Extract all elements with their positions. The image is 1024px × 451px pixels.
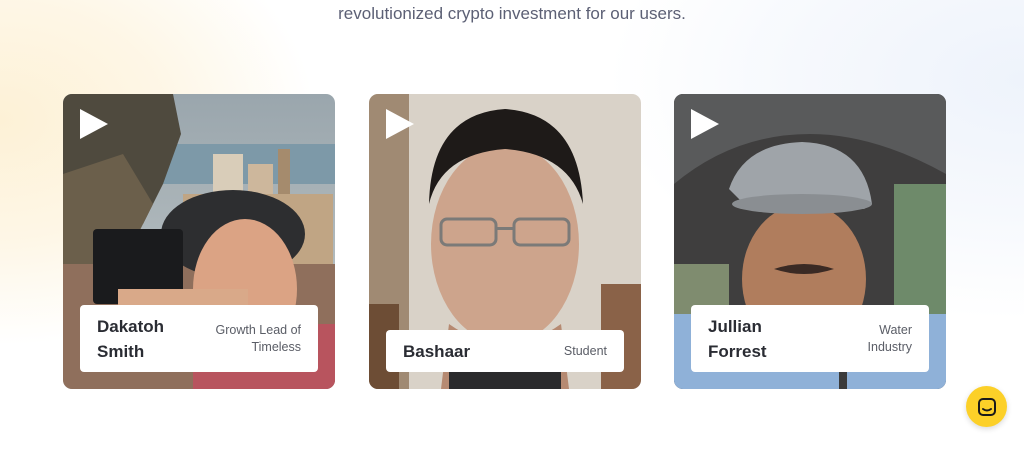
testimonial-card-jullian[interactable]: Jullian Forrest Water Industry: [674, 94, 946, 389]
play-icon[interactable]: [690, 108, 720, 140]
chat-icon: [977, 397, 997, 417]
testimonial-role: Student: [563, 343, 607, 358]
testimonial-info: Bashaar Student: [386, 330, 624, 372]
testimonial-info: Jullian Forrest Water Industry: [691, 305, 929, 372]
testimonial-cards: Dakatoh Smith Growth Lead of Timeless Ba…: [0, 94, 1024, 390]
testimonial-name: Dakatoh Smith: [97, 316, 165, 361]
play-icon[interactable]: [385, 108, 415, 140]
section-subtitle: revolutionized crypto investment for our…: [338, 4, 686, 23]
chat-launcher-button[interactable]: [966, 386, 1007, 427]
play-icon[interactable]: [79, 108, 109, 140]
testimonial-card-dakatoh[interactable]: Dakatoh Smith Growth Lead of Timeless: [63, 94, 335, 389]
testimonial-name: Bashaar: [403, 341, 471, 361]
testimonial-info: Dakatoh Smith Growth Lead of Timeless: [80, 305, 318, 372]
testimonial-role: Growth Lead of Timeless: [215, 322, 301, 354]
testimonial-card-bashaar[interactable]: Bashaar Student: [369, 94, 641, 389]
testimonial-role: Water Industry: [867, 322, 912, 354]
testimonial-name: Jullian Forrest: [708, 316, 767, 361]
